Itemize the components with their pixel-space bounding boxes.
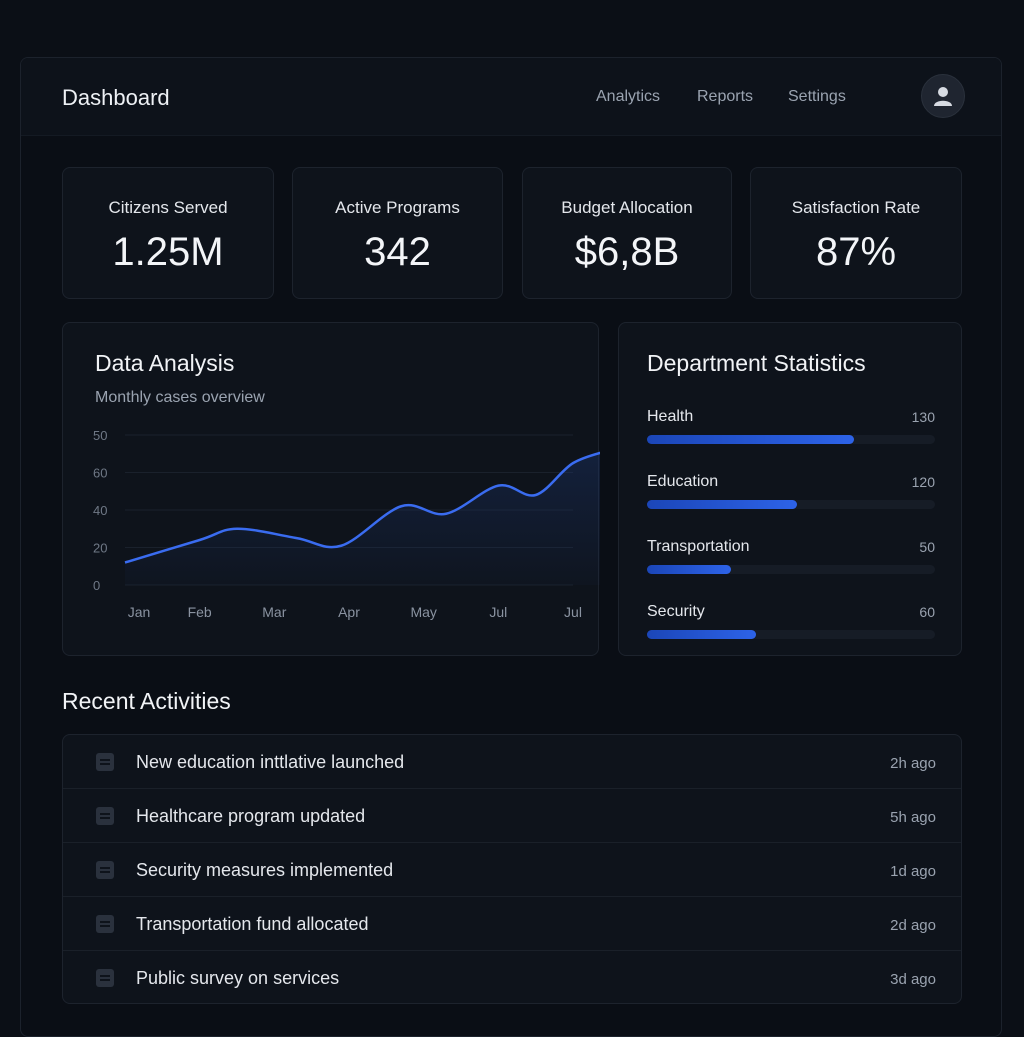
stat-label: Budget Allocation bbox=[561, 198, 693, 217]
document-icon bbox=[96, 861, 114, 879]
x-tick-label: Jul bbox=[564, 604, 582, 620]
activity-text: Healthcare program updated bbox=[136, 806, 366, 826]
dept-progress-fill bbox=[647, 435, 855, 444]
stat-label: Satisfaction Rate bbox=[791, 198, 921, 217]
x-tick-label: May bbox=[410, 604, 436, 620]
activity-item[interactable]: Transportation fund allocated 2d ago bbox=[63, 897, 961, 951]
recent-activities-title: Recent Activities bbox=[62, 688, 231, 714]
y-tick-label: 20 bbox=[93, 541, 107, 556]
activity-item[interactable]: Security measures implemented 1d ago bbox=[63, 843, 961, 897]
avatar[interactable] bbox=[921, 74, 965, 118]
dept-row-transportation: Transportation 50 bbox=[647, 538, 935, 578]
dept-value: 120 bbox=[911, 474, 935, 490]
stat-card-budget: Budget Allocation $6,8B bbox=[522, 167, 732, 299]
dashboard-window: Dashboard Analytics Reports Settings Cit… bbox=[20, 57, 1002, 1037]
top-bar: Dashboard Analytics Reports Settings bbox=[21, 58, 1001, 136]
dept-progress-fill bbox=[647, 500, 797, 509]
nav-settings[interactable]: Settings bbox=[788, 88, 846, 106]
stat-card-citizens: Citizens Served 1.25M bbox=[62, 167, 274, 299]
activity-text: New education inttlative launched bbox=[136, 752, 405, 772]
dept-value: 50 bbox=[919, 539, 935, 555]
activity-text: Public survey on services bbox=[136, 968, 340, 988]
stat-card-satisfaction: Satisfaction Rate 87% bbox=[750, 167, 962, 299]
line-chart: 0 20 40 60 50 Jan Feb Mar Apr May Jul Jul bbox=[93, 428, 600, 620]
dept-name: Health bbox=[647, 408, 694, 425]
document-icon bbox=[96, 969, 114, 987]
x-tick-label: Jan bbox=[128, 604, 151, 620]
dept-progress-track bbox=[647, 565, 935, 574]
x-tick-label: Jul bbox=[489, 604, 507, 620]
department-statistics-panel: Department Statistics Health 130 Educati… bbox=[618, 322, 962, 656]
dept-row-health: Health 130 bbox=[647, 408, 935, 448]
page-title: Dashboard bbox=[62, 85, 170, 110]
dept-progress-track bbox=[647, 630, 935, 639]
y-tick-label: 60 bbox=[93, 466, 107, 481]
stat-card-programs: Active Programs 342 bbox=[292, 167, 503, 299]
stat-label: Active Programs bbox=[335, 198, 460, 217]
y-tick-label: 50 bbox=[93, 428, 107, 443]
dept-row-security: Security 60 bbox=[647, 603, 935, 643]
stat-value: 1.25M bbox=[112, 230, 224, 274]
activity-time: 2d ago bbox=[890, 917, 936, 934]
activity-time: 1d ago bbox=[890, 863, 936, 880]
dept-row-education: Education 120 bbox=[647, 473, 935, 513]
document-icon bbox=[96, 753, 114, 771]
y-tick-label: 40 bbox=[93, 503, 107, 518]
activity-item[interactable]: Healthcare program updated 5h ago bbox=[63, 789, 961, 843]
data-analysis-panel: Data Analysis Monthly cases overview 0 20… bbox=[62, 322, 600, 656]
x-tick-label: Apr bbox=[338, 604, 360, 620]
dept-value: 130 bbox=[911, 409, 935, 425]
dept-name: Education bbox=[647, 473, 719, 490]
document-icon bbox=[96, 807, 114, 825]
dept-progress-track bbox=[647, 500, 935, 509]
department-statistics-title: Department Statistics bbox=[647, 350, 866, 376]
y-tick-label: 0 bbox=[93, 578, 100, 593]
dept-progress-track bbox=[647, 435, 935, 444]
stat-value: 87% bbox=[815, 230, 897, 274]
dept-progress-fill bbox=[647, 565, 731, 574]
activity-time: 5h ago bbox=[890, 809, 936, 826]
stat-value: $6,8B bbox=[574, 230, 680, 274]
x-tick-label: Feb bbox=[188, 604, 212, 620]
dept-progress-fill bbox=[647, 630, 757, 639]
activity-item[interactable]: Public survey on services 3d ago bbox=[63, 951, 961, 1003]
x-tick-label: Mar bbox=[262, 604, 286, 620]
stat-label: Citizens Served bbox=[108, 198, 228, 217]
activity-time: 2h ago bbox=[890, 755, 936, 772]
dept-name: Security bbox=[647, 603, 705, 620]
nav-analytics[interactable]: Analytics bbox=[596, 88, 660, 106]
activity-item[interactable]: New education inttlative launched 2h ago bbox=[63, 735, 961, 789]
dept-value: 60 bbox=[919, 604, 935, 620]
dept-name: Transportation bbox=[647, 538, 750, 555]
activity-text: Transportation fund allocated bbox=[136, 914, 369, 934]
activity-time: 3d ago bbox=[890, 971, 936, 988]
user-icon bbox=[934, 87, 952, 106]
activity-text: Security measures implemented bbox=[136, 860, 394, 880]
stat-value: 342 bbox=[364, 230, 431, 274]
document-icon bbox=[96, 915, 114, 933]
nav-reports[interactable]: Reports bbox=[697, 88, 753, 106]
series-area bbox=[125, 452, 600, 585]
activity-list: New education inttlative launched 2h ago… bbox=[62, 734, 962, 1004]
